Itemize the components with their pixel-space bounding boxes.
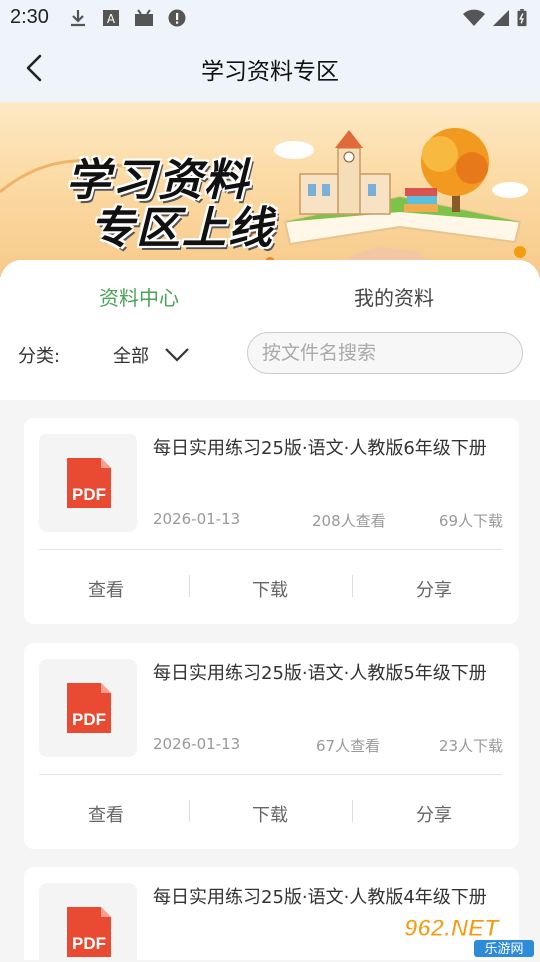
content-panel: 资料中心 我的资料 分类: 全部 按文件名搜索 PDF 每日实用练习25版·语文… [0,260,540,960]
svg-text:PDF: PDF [72,710,106,729]
view-button[interactable]: 查看 [88,801,124,827]
watermark-logo: 962.NET 乐游网 [404,915,534,957]
document-date: 2026-01-13 [153,510,241,528]
pdf-file-icon: PDF [67,907,111,957]
svg-text:962.NET: 962.NET [404,915,501,942]
document-title: 每日实用练习25版·语文·人教版6年级下册 [153,438,487,459]
category-dropdown[interactable]: 全部 [113,342,149,368]
document-thumbnail: PDF [39,434,137,532]
document-title: 每日实用练习25版·语文·人教版5年级下册 [153,663,487,684]
signal-icon [493,10,509,26]
download-icon [71,10,85,27]
site-watermark: 962.NET 乐游网 [400,912,536,958]
svg-text:PDF: PDF [72,485,106,504]
card-divider [39,549,502,550]
document-views: 208人查看 [312,512,386,530]
document-card[interactable]: PDF 每日实用练习25版·语文·人教版6年级下册 2026-01-13 208… [24,418,519,624]
download-button[interactable]: 下载 [252,801,288,827]
share-button[interactable]: 分享 [416,801,452,827]
action-separator [352,575,353,597]
battery-icon [517,9,527,27]
action-separator [352,800,353,822]
filter-header: 资料中心 我的资料 分类: 全部 按文件名搜索 [0,260,540,400]
status-time: 2:30 [10,6,49,28]
svg-text:PDF: PDF [72,934,106,953]
document-downloads: 69人下载 [438,512,503,530]
svg-text:A: A [107,12,116,26]
alert-icon [168,9,186,27]
document-views: 67人查看 [316,737,381,755]
document-card[interactable]: PDF 每日实用练习25版·语文·人教版5年级下册 2026-01-13 67人… [24,643,519,849]
promo-banner[interactable]: 学习资料 专区上线 [0,102,540,277]
page-title: 学习资料专区 [201,59,339,85]
banner-headline: 学习资料 专区上线 [38,142,278,254]
font-icon: A [103,10,119,26]
document-thumbnail: PDF [39,883,137,960]
tab-resource-center[interactable]: 资料中心 [99,282,179,311]
banner-headline-line2: 专区上线 [90,203,274,254]
category-label: 分类: [18,346,61,367]
document-title: 每日实用练习25版·语文·人教版4年级下册 [153,887,487,908]
pdf-file-icon: PDF [67,683,111,733]
pdf-file-icon: PDF [67,458,111,508]
wifi-icon [463,9,485,26]
nav-bar: 学习资料专区 [0,36,540,102]
status-bar: 2:30 A [0,0,540,36]
action-separator [189,800,190,822]
card-divider [39,774,502,775]
share-button[interactable]: 分享 [416,576,452,602]
search-input[interactable]: 按文件名搜索 [247,332,523,374]
view-button[interactable]: 查看 [88,576,124,602]
document-downloads: 23人下载 [438,737,503,755]
svg-text:乐游网: 乐游网 [484,942,523,957]
chevron-down-icon[interactable] [163,344,191,364]
download-button[interactable]: 下载 [252,576,288,602]
document-date: 2026-01-13 [153,735,241,753]
tab-my-resources[interactable]: 我的资料 [354,282,434,311]
document-thumbnail: PDF [39,659,137,757]
android-icon [135,9,153,26]
action-separator [189,575,190,597]
